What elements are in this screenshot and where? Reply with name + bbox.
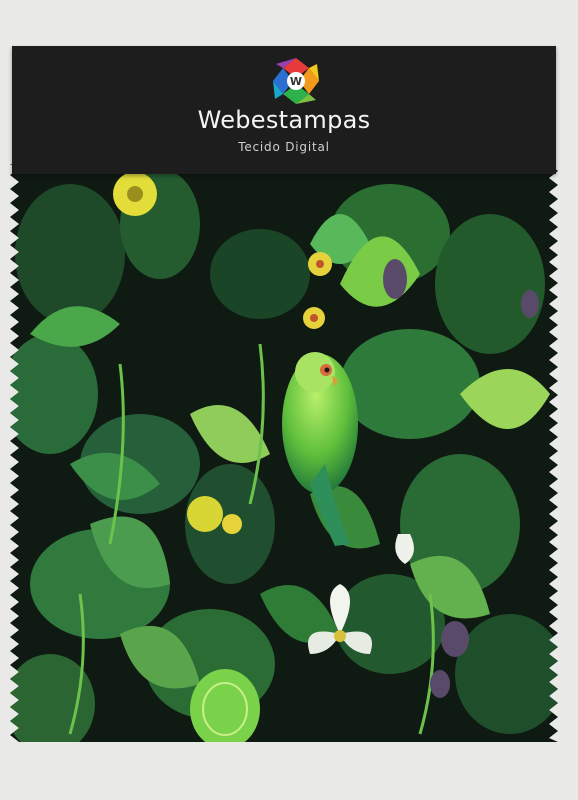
svg-text:W: W [290,75,302,88]
fabric-swatch [10,164,558,742]
webestampas-logo-icon: W [273,58,319,104]
brand-name: Webestampas [197,106,371,134]
brand-tagline: Tecido Digital [238,140,330,154]
brand-header: W Webestampas Tecido Digital [12,46,556,174]
fabric-print [10,164,558,742]
fabric-sample-card: W Webestampas Tecido Digital [0,0,578,800]
